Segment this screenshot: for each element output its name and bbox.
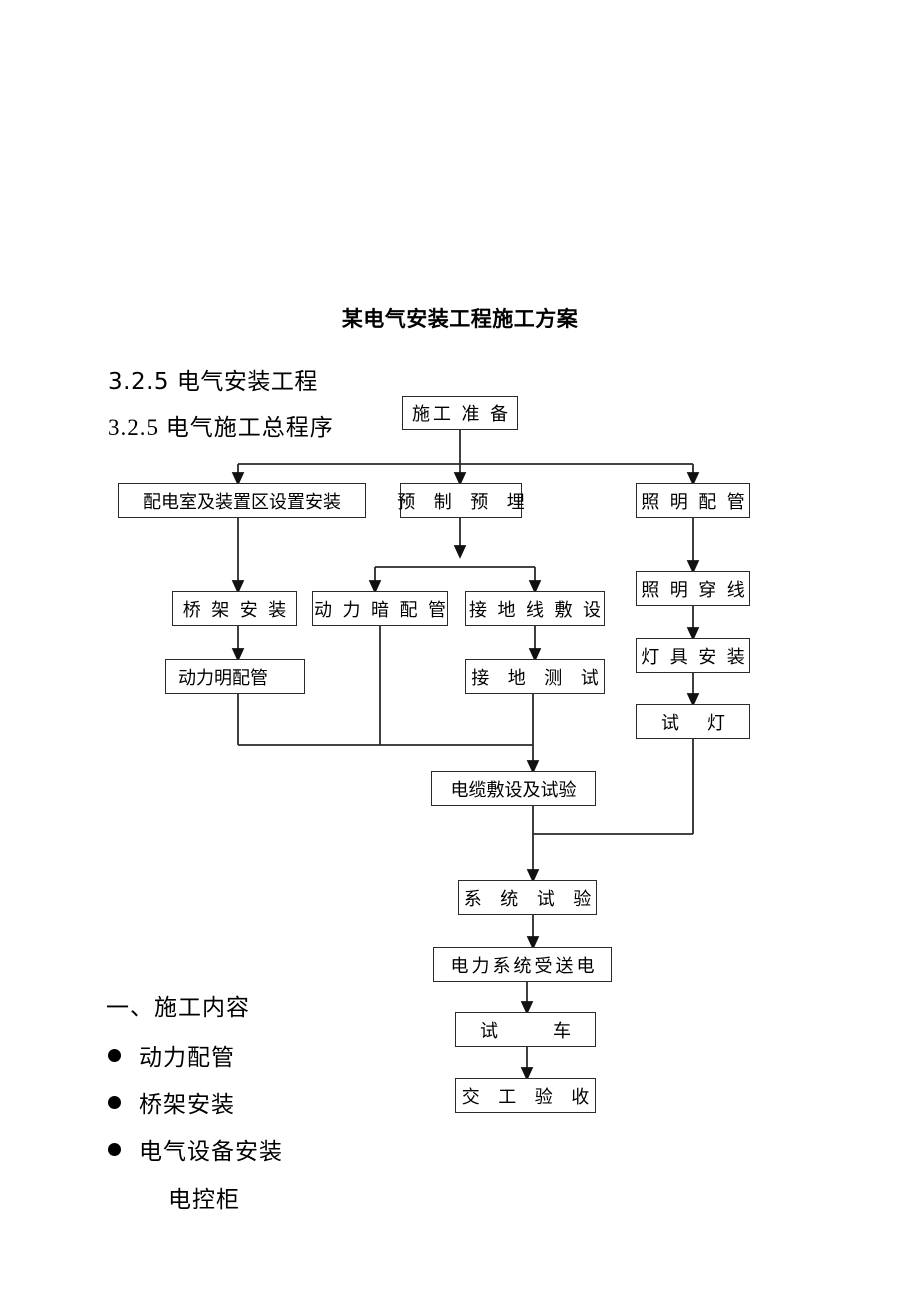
bullet-dot-icon xyxy=(108,1048,121,1062)
list-item: 动力配管 xyxy=(108,1038,235,1072)
node-lighting-wiring[interactable]: 照 明 穿 线 xyxy=(636,571,750,606)
list-item-label: 动力配管 xyxy=(139,1045,235,1070)
list-item: 桥架安装 xyxy=(108,1085,235,1119)
node-power-exposed-conduit[interactable]: 动力明配管 xyxy=(165,659,305,694)
node-trial-run-left: 试 xyxy=(480,1020,498,1041)
node-lamp-test-left: 试 xyxy=(661,712,679,733)
node-power-system-energizing[interactable]: 电力系统受送电 xyxy=(433,947,612,982)
node-switchroom-install[interactable]: 配电室及装置区设置安装 xyxy=(118,483,366,518)
node-system-test[interactable]: 系 统 试 验 xyxy=(458,880,597,915)
node-handover-acceptance[interactable]: 交 工 验 收 xyxy=(455,1078,596,1113)
node-ground-wire-laying[interactable]: 接 地 线 敷 设 xyxy=(465,591,605,626)
document-page: 某电气安装工程施工方案 3.2.5 电气安装工程 3.2.5 电气施工总程序 施… xyxy=(0,0,920,1302)
node-lamp-test[interactable]: 试 灯 xyxy=(636,704,750,739)
node-grounding-test[interactable]: 接 地 测 试 xyxy=(465,659,605,694)
section-title-construction-content: 一、施工内容 xyxy=(106,995,250,1020)
bullet-dot-icon xyxy=(108,1142,121,1156)
node-lighting-conduit[interactable]: 照 明 配 管 xyxy=(636,483,750,518)
node-construction-prep[interactable]: 施工 准 备 xyxy=(402,396,518,430)
list-item-label: 电气设备安装 xyxy=(139,1139,283,1164)
node-lamp-test-right: 灯 xyxy=(707,712,725,733)
node-lamp-installation[interactable]: 灯 具 安 装 xyxy=(636,638,750,673)
list-item: 电气设备安装 xyxy=(108,1132,283,1166)
list-item-label: 桥架安装 xyxy=(139,1092,235,1117)
node-trial-run-right: 车 xyxy=(553,1020,571,1041)
node-cable-laying-and-test[interactable]: 电缆敷设及试验 xyxy=(431,771,596,806)
node-prefab-embedding[interactable]: 预 制 预 埋 xyxy=(397,483,525,518)
node-cable-tray-install[interactable]: 桥 架 安 装 xyxy=(172,591,297,626)
sub-item-control-cabinet: 电控柜 xyxy=(168,1187,240,1212)
node-trial-run[interactable]: 试 车 xyxy=(455,1012,596,1047)
bullet-dot-icon xyxy=(108,1095,121,1109)
node-power-concealed-conduit[interactable]: 动 力 暗 配 管 xyxy=(312,591,448,626)
